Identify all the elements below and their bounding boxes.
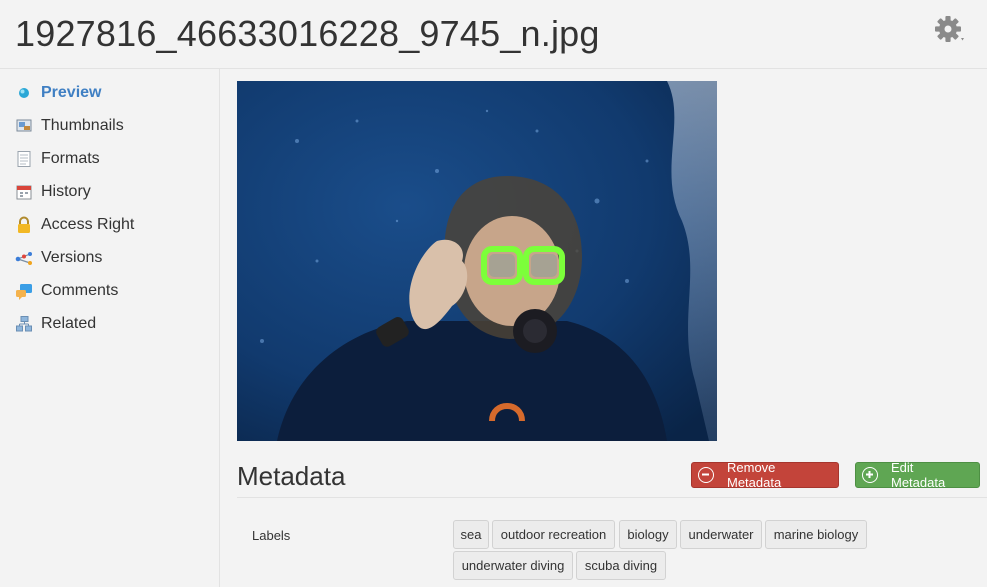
document-icon xyxy=(15,150,33,168)
metadata-divider xyxy=(237,497,987,498)
sidebar-item-preview[interactable]: Preview xyxy=(15,81,215,105)
metadata-title: Metadata xyxy=(237,461,346,491)
gear-icon[interactable] xyxy=(933,14,967,46)
tag[interactable]: marine biology xyxy=(765,520,867,549)
edit-metadata-label: Edit Metadata xyxy=(891,460,946,490)
sidebar-item-thumbnails[interactable]: Thumbnails xyxy=(15,114,215,138)
versions-icon xyxy=(15,249,33,267)
preview-image xyxy=(237,81,717,441)
plus-circle-icon xyxy=(862,467,878,483)
related-icon xyxy=(15,315,33,333)
edit-metadata-button[interactable]: Edit Metadata xyxy=(855,460,980,490)
sidebar-item-versions[interactable]: Versions xyxy=(15,246,215,270)
sidebar-item-label: Related xyxy=(41,315,97,332)
sidebar-item-label: Preview xyxy=(41,84,102,101)
sidebar-item-related[interactable]: Related xyxy=(15,312,215,336)
lock-icon xyxy=(15,216,33,234)
page-header: 1927816_46633016228_9745_n.jpg xyxy=(0,0,987,69)
sidebar: Preview Thumbnails Formats History Acces… xyxy=(0,69,220,587)
sidebar-item-formats[interactable]: Formats xyxy=(15,147,215,171)
calendar-icon xyxy=(15,183,33,201)
remove-metadata-button[interactable]: Remove Metadata xyxy=(691,460,839,490)
preview-dot-icon xyxy=(15,84,33,102)
labels-caption: Labels xyxy=(252,528,291,543)
thumbnails-icon xyxy=(15,117,33,135)
tag[interactable]: sea xyxy=(453,520,489,549)
sidebar-item-access-right[interactable]: Access Right xyxy=(15,213,215,237)
sidebar-item-label: Comments xyxy=(41,282,119,299)
comment-icon xyxy=(15,282,33,300)
sidebar-item-label: Thumbnails xyxy=(41,117,124,134)
sidebar-item-history[interactable]: History xyxy=(15,180,215,204)
sidebar-item-comments[interactable]: Comments xyxy=(15,279,215,303)
tag[interactable]: underwater diving xyxy=(453,551,573,580)
tag[interactable]: outdoor recreation xyxy=(492,520,615,549)
sidebar-item-label: Versions xyxy=(41,249,103,266)
tag[interactable]: underwater xyxy=(680,520,762,549)
sidebar-item-label: Formats xyxy=(41,150,100,167)
sidebar-item-label: History xyxy=(41,183,91,200)
page-title: 1927816_46633016228_9745_n.jpg xyxy=(15,13,600,54)
tag[interactable]: biology xyxy=(619,520,677,549)
sidebar-item-label: Access Right xyxy=(41,216,135,233)
minus-circle-icon xyxy=(698,467,714,483)
main-content: Metadata Remove Metadata Edit Metadata L… xyxy=(220,69,987,587)
remove-metadata-label: Remove Metadata xyxy=(727,460,782,490)
tag[interactable]: scuba diving xyxy=(576,551,666,580)
